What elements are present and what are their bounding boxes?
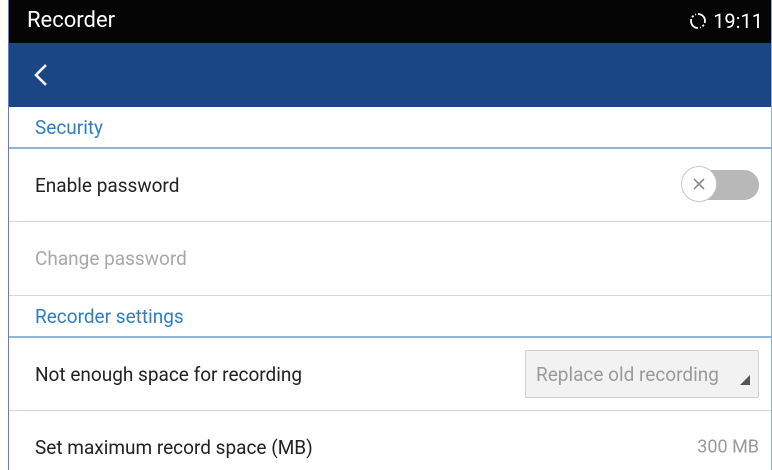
dropdown-selected-value: Replace old recording [536, 362, 719, 386]
max-record-space-label: Set maximum record space (MB) [35, 435, 313, 459]
dropdown-caret-icon [740, 375, 750, 385]
status-bar-right: 19:11 [689, 10, 763, 32]
close-icon [693, 178, 705, 190]
enable-password-label: Enable password [35, 173, 180, 197]
section-header-security: Security [9, 107, 771, 149]
max-record-space-value: 300 MB [697, 436, 759, 458]
back-button[interactable] [25, 59, 57, 91]
not-enough-space-row[interactable]: Not enough space for recording Replace o… [9, 338, 771, 411]
status-bar: Recorder 19:11 [9, 0, 771, 43]
app-bar [9, 43, 771, 107]
change-password-label: Change password [35, 247, 187, 270]
screen: Recorder 19:11 Security Enable password [8, 0, 772, 470]
change-password-row: Change password [9, 222, 771, 296]
enable-password-row[interactable]: Enable password [9, 149, 771, 222]
status-time: 19:11 [713, 9, 763, 33]
section-header-recorder-settings: Recorder settings [9, 296, 771, 338]
chevron-left-icon [34, 64, 47, 86]
status-bar-title: Recorder [27, 8, 116, 33]
max-record-space-row[interactable]: Set maximum record space (MB) 300 MB [9, 411, 771, 470]
toggle-knob [681, 166, 717, 202]
not-enough-space-dropdown[interactable]: Replace old recording [525, 350, 759, 398]
sync-icon [689, 12, 707, 30]
enable-password-toggle[interactable] [681, 166, 759, 204]
